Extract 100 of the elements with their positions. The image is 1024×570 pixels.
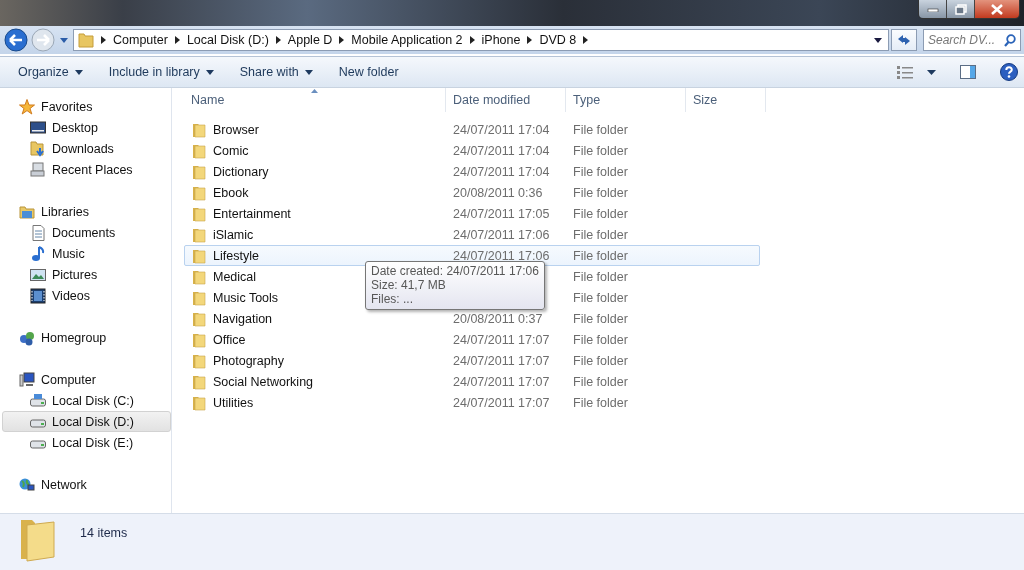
chevron-icon[interactable] xyxy=(583,36,589,44)
maximize-button[interactable] xyxy=(947,0,975,18)
toolbar-button[interactable]: Include in library xyxy=(98,61,224,83)
folder-icon xyxy=(191,268,207,285)
folder-icon xyxy=(191,289,207,306)
file-name: Medical xyxy=(213,269,257,284)
type-cell: File folder xyxy=(573,395,628,410)
date-cell: 24/07/2011 17:07 xyxy=(453,353,550,368)
folder-icon xyxy=(191,142,207,159)
folder-icon xyxy=(191,121,207,138)
type-cell: File folder xyxy=(573,206,628,221)
caret-icon[interactable] xyxy=(927,69,936,75)
type-cell: File folder xyxy=(573,311,628,326)
file-name: Browser xyxy=(213,122,259,137)
sidebar-item[interactable]: Homegroup xyxy=(0,327,171,348)
sidebar-item[interactable]: Favorites xyxy=(0,96,171,117)
sort-arrow-icon xyxy=(311,89,318,93)
file-name: Entertainment xyxy=(213,206,291,221)
date-cell: 24/07/2011 17:07 xyxy=(453,332,550,347)
type-cell: File folder xyxy=(573,353,628,368)
date-cell: 24/07/2011 17:06 xyxy=(453,227,550,242)
folder-icon xyxy=(191,184,207,201)
downloads-icon xyxy=(30,140,46,157)
back-button[interactable] xyxy=(3,27,28,53)
sidebar-item[interactable]: Documents xyxy=(0,222,171,243)
chevron-icon[interactable] xyxy=(469,36,475,44)
file-name: Comic xyxy=(213,143,249,158)
close-button[interactable] xyxy=(975,0,1019,18)
preview-pane-icon[interactable] xyxy=(960,65,976,79)
date-cell: 24/07/2011 17:05 xyxy=(453,206,550,221)
sidebar-item[interactable]: Local Disk (C:) xyxy=(0,390,171,411)
type-cell: File folder xyxy=(573,248,628,263)
sidebar-item[interactable]: Desktop xyxy=(0,117,171,138)
toolbar-button[interactable]: New folder xyxy=(328,61,409,83)
column-header[interactable]: Size xyxy=(686,88,766,112)
file-name: Ebook xyxy=(213,185,249,200)
item-count: 14 items xyxy=(80,526,128,540)
chevron-icon[interactable] xyxy=(527,36,533,44)
drive-icon xyxy=(30,392,46,409)
help-icon[interactable] xyxy=(1000,63,1018,81)
caret-icon[interactable] xyxy=(874,37,882,43)
chevron-icon[interactable] xyxy=(101,36,106,44)
computer-icon xyxy=(19,371,35,388)
breadcrumb[interactable]: Mobile Application 2 xyxy=(351,33,463,47)
minimize-button[interactable] xyxy=(919,0,947,18)
file-name: Lifestyle xyxy=(213,248,259,263)
address-field[interactable]: Computer Local Disk (D:) Apple D Mobile Application 2 iPhone DVD 8 xyxy=(73,29,889,51)
date-cell: 20/08/2011 0:36 xyxy=(453,185,543,200)
date-cell: 24/07/2011 17:04 xyxy=(453,143,550,158)
folder-icon xyxy=(191,163,207,180)
refresh-button[interactable] xyxy=(891,29,917,51)
sidebar-item[interactable]: Videos xyxy=(0,285,171,306)
breadcrumb[interactable]: Local Disk (D:) xyxy=(186,33,269,47)
date-cell: 24/07/2011 17:06 xyxy=(453,248,550,263)
toolbar-button[interactable]: Share with xyxy=(229,61,323,83)
column-header[interactable]: Type xyxy=(566,88,686,112)
sidebar-item[interactable]: Libraries xyxy=(0,201,171,222)
breadcrumb[interactable]: Computer xyxy=(113,33,168,47)
breadcrumb[interactable]: iPhone xyxy=(481,33,521,47)
sidebar-item[interactable]: Local Disk (E:) xyxy=(0,432,171,453)
caret-icon xyxy=(304,69,313,75)
tooltip-line: Size: 41,7 MB xyxy=(371,278,447,292)
caret-icon xyxy=(205,69,214,75)
chevron-icon[interactable] xyxy=(174,36,180,44)
sidebar-item[interactable]: Recent Places xyxy=(0,159,171,180)
search-field[interactable]: Search DV... xyxy=(923,29,1021,51)
chevron-icon[interactable] xyxy=(339,36,345,44)
refresh-icon xyxy=(897,34,911,46)
folder-icon xyxy=(78,32,94,48)
sidebar-item[interactable]: Network xyxy=(0,474,171,495)
sidebar-item[interactable]: Downloads xyxy=(0,138,171,159)
breadcrumb[interactable]: DVD 8 xyxy=(539,33,577,47)
sidebar-item[interactable]: Computer xyxy=(0,369,171,390)
breadcrumb[interactable]: Apple D xyxy=(287,33,333,47)
folder-icon xyxy=(191,247,207,264)
date-cell: 24/07/2011 17:07 xyxy=(453,395,550,410)
sidebar-item[interactable]: Music xyxy=(0,243,171,264)
type-cell: File folder xyxy=(573,269,628,284)
caret-icon xyxy=(74,69,83,75)
folder-icon xyxy=(191,226,207,243)
sidebar-item[interactable]: Pictures xyxy=(0,264,171,285)
date-cell: 24/07/2011 17:04 xyxy=(453,122,550,137)
desktop-icon xyxy=(30,119,46,136)
minimize-icon xyxy=(926,6,939,12)
sidebar-item[interactable]: Local Disk (D:) xyxy=(2,411,171,432)
tooltip-line: Date created: 24/07/2011 17:06 xyxy=(371,264,539,278)
type-cell: File folder xyxy=(573,185,628,200)
chevron-icon[interactable] xyxy=(275,36,281,44)
column-header[interactable]: Date modified xyxy=(446,88,566,112)
type-cell: File folder xyxy=(573,332,628,347)
folder-icon xyxy=(191,394,207,411)
document-icon xyxy=(30,224,46,241)
film-icon xyxy=(30,287,46,304)
network-icon xyxy=(19,476,35,493)
type-cell: File folder xyxy=(573,164,628,179)
date-cell: 24/07/2011 17:04 xyxy=(453,164,550,179)
hover-highlight[interactable]: Lifestyle 24/07/2011 17:06 File folder xyxy=(184,245,760,266)
close-icon xyxy=(990,3,1004,15)
toolbar-button[interactable]: Organize xyxy=(8,61,93,83)
view-options-icon[interactable] xyxy=(897,65,913,79)
